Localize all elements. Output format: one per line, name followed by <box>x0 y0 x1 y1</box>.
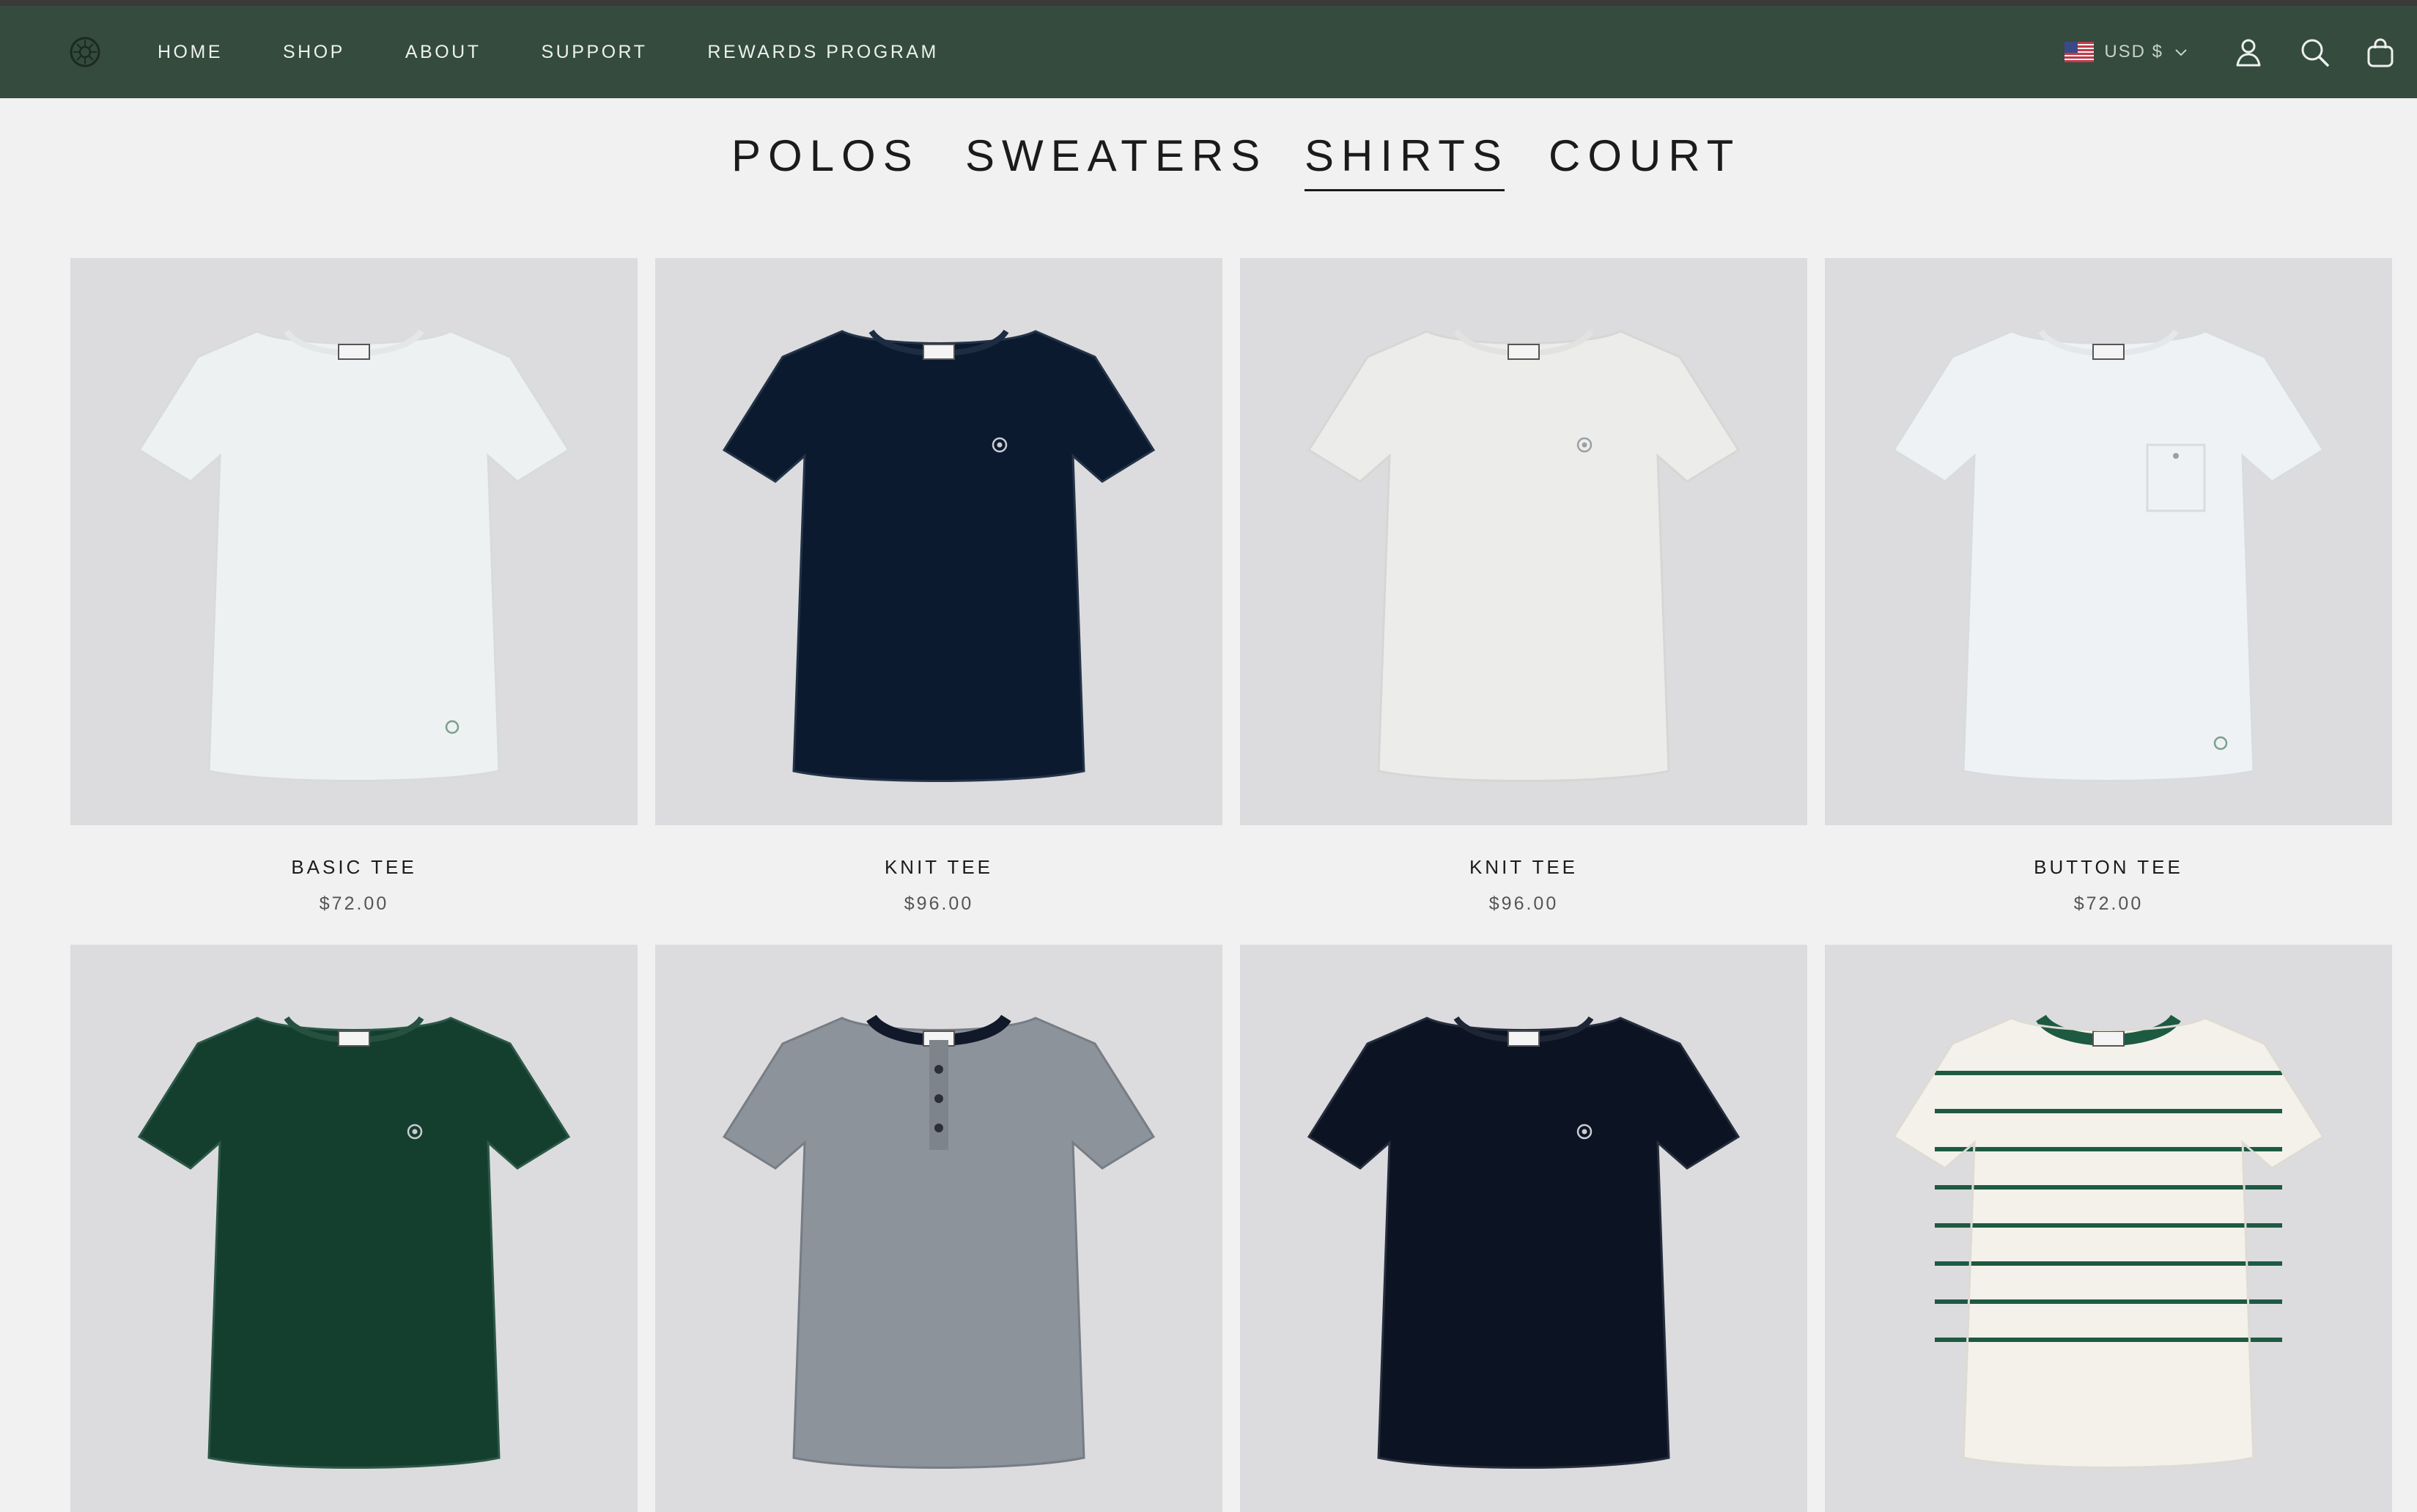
shopping-bag-icon[interactable] <box>2364 36 2396 68</box>
currency-label: USD $ <box>2104 42 2163 62</box>
product-price: $96.00 <box>904 893 974 914</box>
product-price: $72.00 <box>2073 893 2144 914</box>
product-card[interactable]: KNIT TEE $96.00 <box>655 258 1222 915</box>
tshirt-icon <box>1892 329 2325 782</box>
search-icon[interactable] <box>2298 36 2331 68</box>
product-name[interactable]: KNIT TEE <box>655 856 1222 879</box>
tab-polos[interactable]: POLOS <box>731 130 920 181</box>
product-name[interactable]: KNIT TEE <box>1240 856 1807 879</box>
account-icon[interactable] <box>2232 36 2265 68</box>
tshirt-icon <box>137 1016 571 1469</box>
brand-logo-icon[interactable] <box>69 36 101 68</box>
tab-shirts[interactable]: SHIRTS <box>1305 130 1509 191</box>
product-card[interactable] <box>70 945 638 1512</box>
product-card[interactable] <box>1825 945 2392 1512</box>
product-card[interactable]: KNIT TEE $96.00 <box>1240 258 1807 915</box>
striped-tshirt-icon <box>1892 1014 2325 1469</box>
henley-icon <box>722 1014 1156 1469</box>
product-image[interactable] <box>70 945 638 1512</box>
nav-rewards-program[interactable]: REWARDS PROGRAM <box>707 42 938 63</box>
nav-support[interactable]: SUPPORT <box>541 42 647 63</box>
product-image[interactable] <box>1240 945 1807 1512</box>
product-name[interactable]: BUTTON TEE <box>1825 856 2392 879</box>
tshirt-icon <box>722 329 1156 782</box>
chevron-down-icon <box>2175 49 2187 56</box>
tshirt-icon <box>1307 329 1741 782</box>
product-card[interactable]: BASIC TEE $72.00 <box>70 258 638 915</box>
product-name[interactable]: BASIC TEE <box>70 856 638 879</box>
product-image[interactable] <box>1240 258 1807 825</box>
category-tabs: POLOS SWEATERS SHIRTS COURT <box>0 98 2417 208</box>
tab-court[interactable]: COURT <box>1549 130 1741 181</box>
main-nav: HOME SHOP ABOUT SUPPORT REWARDS PROGRAM <box>158 6 999 98</box>
nav-shop[interactable]: SHOP <box>283 42 345 63</box>
product-card[interactable] <box>1240 945 1807 1512</box>
product-card[interactable]: BUTTON TEE $72.00 <box>1825 258 2392 915</box>
product-price: $96.00 <box>1488 893 1559 914</box>
product-image[interactable] <box>70 258 638 825</box>
tab-sweaters[interactable]: SWEATERS <box>965 130 1267 181</box>
tshirt-icon <box>137 329 571 782</box>
product-image[interactable] <box>655 945 1222 1512</box>
nav-about[interactable]: ABOUT <box>405 42 481 63</box>
product-image[interactable] <box>1825 945 2392 1512</box>
window-top-edge <box>0 0 2417 6</box>
product-card[interactable] <box>655 945 1222 1512</box>
currency-selector[interactable]: USD $ <box>2064 42 2188 62</box>
tshirt-icon <box>1307 1016 1741 1469</box>
site-header: HOME SHOP ABOUT SUPPORT REWARDS PROGRAM … <box>0 6 2417 98</box>
product-image[interactable] <box>1825 258 2392 825</box>
nav-home[interactable]: HOME <box>158 42 223 63</box>
product-image[interactable] <box>655 258 1222 825</box>
product-price: $72.00 <box>319 893 389 914</box>
us-flag-icon <box>2064 42 2095 62</box>
header-actions: USD $ <box>2064 6 2417 98</box>
